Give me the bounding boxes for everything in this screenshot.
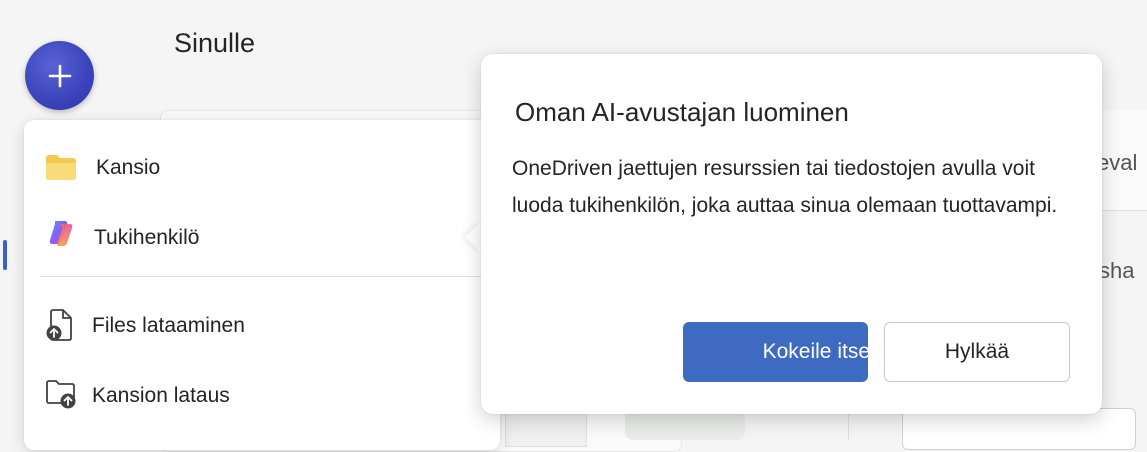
dismiss-button[interactable]: Hylkää bbox=[884, 322, 1070, 382]
folder-icon bbox=[44, 150, 78, 184]
new-button[interactable] bbox=[25, 41, 94, 110]
callout-body: OneDriven jaettujen resurssien tai tiedo… bbox=[512, 157, 1058, 217]
page-title: Sinulle bbox=[174, 28, 256, 58]
file-upload-icon bbox=[44, 308, 78, 342]
plus-icon bbox=[48, 64, 71, 87]
menu-item-copilot-agent[interactable]: Tukihenkilö bbox=[24, 212, 484, 262]
copilot-icon bbox=[44, 216, 78, 250]
folder-upload-icon bbox=[44, 376, 78, 410]
menu-item-label: Tukihenkilö bbox=[94, 226, 200, 249]
menu-divider bbox=[40, 276, 484, 277]
new-menu: Kansio Tukihenkilö Files lataaminen Kans… bbox=[24, 120, 500, 450]
menu-item-label: Files lataaminen bbox=[92, 314, 245, 337]
menu-item-label: Kansion lataus bbox=[92, 384, 230, 407]
nav-selection-indicator bbox=[3, 240, 7, 270]
background-text: eval bbox=[1097, 150, 1138, 175]
dismiss-button-label: Hylkää bbox=[944, 340, 1010, 363]
menu-item-folder[interactable]: Kansio bbox=[24, 142, 484, 192]
try-it-button[interactable]: Kokeile itse bbox=[683, 322, 868, 382]
background-tile bbox=[902, 408, 1136, 450]
try-it-button-label: Kokeile itse bbox=[762, 340, 868, 363]
menu-item-folder-upload[interactable]: Kansion lataus bbox=[24, 370, 484, 420]
callout-title: Oman AI-avustajan luominen bbox=[515, 97, 849, 127]
menu-item-file-upload[interactable]: Files lataaminen bbox=[24, 300, 484, 350]
menu-item-label: Kansio bbox=[96, 156, 161, 179]
teaching-callout: Oman AI-avustajan luominen OneDriven jae… bbox=[481, 54, 1102, 414]
